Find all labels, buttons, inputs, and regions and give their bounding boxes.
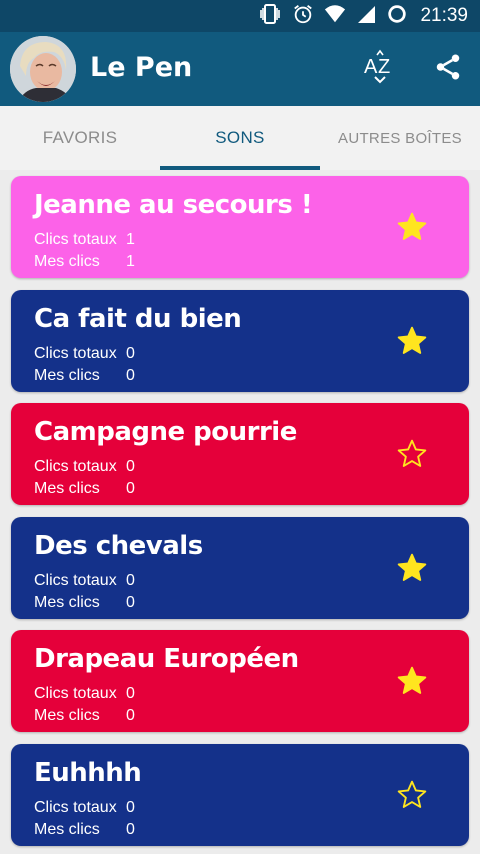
total-clicks-label: Clics totaux: [34, 458, 117, 475]
total-clicks: Clics totaux 0: [34, 344, 135, 363]
signal-icon: [356, 4, 376, 29]
my-clicks-label: Mes clics: [34, 707, 100, 724]
total-clicks-value: 0: [126, 344, 135, 362]
favorite-star-icon[interactable]: [396, 438, 428, 470]
svg-text:Z: Z: [378, 56, 390, 78]
sound-title: Euhhhh: [34, 757, 142, 788]
my-clicks-label: Mes clics: [34, 820, 100, 838]
wifi-icon: [324, 4, 346, 29]
sound-card[interactable]: Des chevals Clics totaux 0 Mes clics 0: [11, 516, 469, 619]
favorite-star-icon[interactable]: [396, 552, 428, 584]
sound-title: Ca fait du bien: [34, 303, 242, 334]
vibrate-icon: [258, 2, 282, 31]
sound-card[interactable]: Euhhhh Clics totaux 0 Mes clics 0: [11, 743, 469, 846]
sort-az-button[interactable]: A Z: [358, 48, 402, 90]
app-bar: Le Pen A Z: [0, 32, 480, 106]
total-clicks-label: Clics totaux: [34, 231, 117, 248]
sound-title: Des chevals: [34, 530, 203, 561]
my-clicks-label: Mes clics: [34, 593, 100, 611]
my-clicks-value: 0: [126, 820, 135, 838]
total-clicks: Clics totaux 0: [34, 685, 135, 703]
my-clicks-label: Mes clics: [34, 253, 100, 270]
tab-autres-boites[interactable]: AUTRES BOÎTES: [320, 106, 480, 170]
my-clicks: Mes clics 0: [34, 820, 135, 839]
total-clicks-value: 0: [126, 458, 135, 475]
sound-title: Campagne pourrie: [34, 417, 297, 447]
battery-icon: [386, 3, 408, 30]
tab-bar: FAVORIS SONS AUTRES BOÎTES: [0, 106, 480, 170]
avatar[interactable]: [10, 36, 76, 102]
favorite-star-icon[interactable]: [396, 665, 428, 697]
total-clicks: Clics totaux 1: [34, 231, 135, 249]
tab-favoris[interactable]: FAVORIS: [0, 106, 160, 170]
tab-indicator: [160, 166, 320, 170]
total-clicks-label: Clics totaux: [34, 685, 117, 702]
total-clicks: Clics totaux 0: [34, 571, 135, 590]
favorite-star-icon[interactable]: [396, 779, 428, 811]
my-clicks: Mes clics 1: [34, 253, 135, 271]
sound-card[interactable]: Drapeau Européen Clics totaux 0 Mes clic…: [11, 630, 469, 732]
alarm-icon: [292, 3, 314, 30]
my-clicks-value: 0: [126, 480, 135, 497]
sound-card[interactable]: Jeanne au secours ! Clics totaux 1 Mes c…: [11, 176, 469, 278]
sound-card[interactable]: Campagne pourrie Clics totaux 0 Mes clic…: [11, 403, 469, 505]
sort-az-icon: A Z: [362, 49, 398, 90]
sound-title: Drapeau Européen: [34, 644, 299, 674]
my-clicks: Mes clics 0: [34, 593, 135, 612]
total-clicks-value: 0: [126, 798, 135, 816]
my-clicks: Mes clics 0: [34, 707, 135, 725]
app-title: Le Pen: [90, 52, 193, 83]
total-clicks-label: Clics totaux: [34, 344, 117, 362]
my-clicks-value: 1: [126, 253, 135, 270]
svg-text:A: A: [364, 56, 378, 78]
tab-label: AUTRES BOÎTES: [338, 129, 462, 147]
my-clicks: Mes clics 0: [34, 480, 135, 498]
share-icon: [433, 52, 463, 87]
total-clicks-value: 0: [126, 571, 135, 589]
sound-title: Jeanne au secours !: [34, 190, 313, 220]
total-clicks-label: Clics totaux: [34, 798, 117, 816]
my-clicks-label: Mes clics: [34, 480, 100, 497]
favorite-star-icon[interactable]: [396, 211, 428, 243]
tab-sons[interactable]: SONS: [160, 106, 320, 170]
my-clicks-value: 0: [126, 707, 135, 724]
my-clicks-value: 0: [126, 593, 135, 611]
my-clicks: Mes clics 0: [34, 366, 135, 385]
favorite-star-icon[interactable]: [396, 325, 428, 357]
status-bar: 21:39: [0, 0, 480, 32]
my-clicks-value: 0: [126, 366, 135, 384]
total-clicks-value: 0: [126, 685, 135, 702]
tab-label: SONS: [215, 128, 265, 147]
share-button[interactable]: [426, 48, 470, 90]
my-clicks-label: Mes clics: [34, 366, 100, 384]
total-clicks: Clics totaux 0: [34, 798, 135, 817]
tab-label: FAVORIS: [42, 128, 118, 147]
total-clicks-label: Clics totaux: [34, 571, 117, 589]
clock-time: 21:39: [420, 5, 468, 26]
sound-card[interactable]: Ca fait du bien Clics totaux 0 Mes clics…: [11, 289, 469, 392]
total-clicks-value: 1: [126, 231, 135, 248]
total-clicks: Clics totaux 0: [34, 458, 135, 476]
